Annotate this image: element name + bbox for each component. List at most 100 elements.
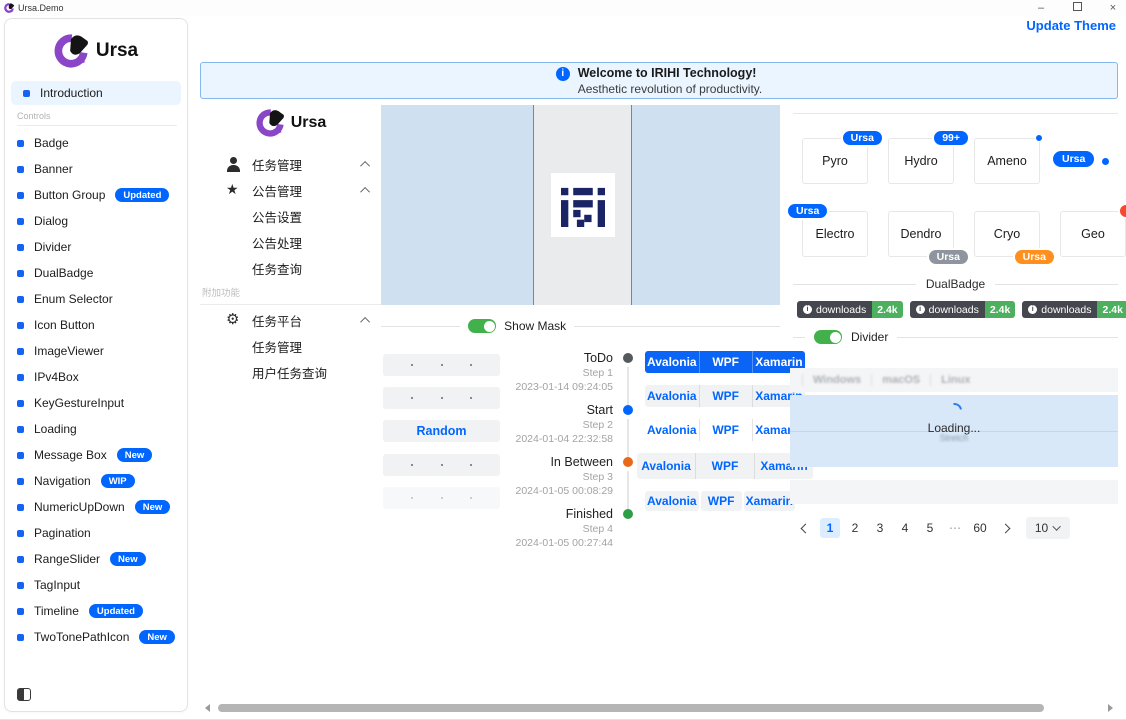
- random-button[interactable]: Random: [383, 420, 500, 442]
- button-group-demos: Avalonia WPF Xamarin Avalonia WPF Xamari…: [645, 351, 805, 523]
- scroll-left-arrow-icon[interactable]: [205, 704, 210, 712]
- sidebar-item[interactable]: Divider: [5, 234, 187, 260]
- menu-item[interactable]: 任务平台: [200, 307, 382, 333]
- sidebar-item[interactable]: Dialog: [5, 208, 187, 234]
- restore-icon: [1073, 2, 1082, 11]
- xamarin-button[interactable]: Xamarin: [744, 491, 795, 511]
- timeline-dot-icon: [623, 405, 633, 415]
- timeline-step-title: ToDo: [500, 350, 613, 366]
- sidebar-item-label: Banner: [34, 162, 73, 176]
- banner-text: Welcome to IRIHI Technology! Aesthetic r…: [578, 66, 763, 96]
- previous-page-button[interactable]: [795, 518, 815, 538]
- status-badge: WIP: [101, 474, 135, 488]
- avalonia-button[interactable]: Avalonia: [645, 351, 699, 373]
- sidebar-item[interactable]: TagInput: [5, 572, 187, 598]
- welcome-banner: i Welcome to IRIHI Technology! Aesthetic…: [200, 62, 1118, 99]
- menu-item[interactable]: 公告设置: [200, 203, 382, 229]
- close-button[interactable]: ×: [1106, 0, 1120, 16]
- divider-toggle[interactable]: [814, 330, 842, 344]
- page-button[interactable]: 2: [845, 518, 865, 538]
- square-bullet-icon: [17, 296, 24, 303]
- wpf-button[interactable]: WPF: [699, 419, 752, 441]
- sidebar-item[interactable]: Timeline Updated: [5, 598, 187, 624]
- timeline-step-title: Start: [500, 402, 613, 418]
- page-button[interactable]: 60: [970, 518, 990, 538]
- dual-badge-left: i downloads: [1022, 301, 1097, 318]
- ipv4-separator-dot: [441, 464, 443, 466]
- platform-button: macOS: [871, 374, 930, 386]
- sidebar-item[interactable]: RangeSlider New: [5, 546, 187, 572]
- sidebar-item[interactable]: IPv4Box: [5, 364, 187, 390]
- avalonia-button[interactable]: Avalonia: [645, 491, 699, 511]
- wpf-button[interactable]: WPF: [699, 385, 752, 407]
- ipv4-input[interactable]: [383, 354, 500, 376]
- wpf-button[interactable]: WPF: [701, 491, 742, 511]
- divider-line: [793, 284, 916, 285]
- image-viewer[interactable]: [381, 105, 780, 305]
- avalonia-button[interactable]: Avalonia: [637, 453, 695, 479]
- sidebar-item[interactable]: NumericUpDown New: [5, 494, 187, 520]
- page-button[interactable]: 1: [820, 518, 840, 538]
- sidebar-item[interactable]: Message Box New: [5, 442, 187, 468]
- square-bullet-icon: [17, 556, 24, 563]
- ipv4-input[interactable]: [383, 454, 500, 476]
- sidebar-item[interactable]: DualBadge: [5, 260, 187, 286]
- menu-item[interactable]: 附加功能: [200, 283, 382, 305]
- divider-line: [995, 284, 1118, 285]
- page-button[interactable]: 3: [870, 518, 890, 538]
- sidebar-item-introduction[interactable]: Introduction: [11, 81, 181, 105]
- page-size-select[interactable]: 10: [1026, 517, 1070, 539]
- wpf-button[interactable]: WPF: [699, 351, 752, 373]
- scroll-right-arrow-icon[interactable]: [1108, 704, 1113, 712]
- square-bullet-icon: [17, 608, 24, 615]
- menu-item[interactable]: 任务管理: [200, 333, 382, 359]
- sidebar-item[interactable]: Button Group Updated: [5, 182, 187, 208]
- timeline: ToDo Step 1 2023-01-14 09:24:05 Start St…: [500, 350, 635, 558]
- sidebar-logo: Ursa: [5, 31, 187, 71]
- sidebar-collapse-icon[interactable]: [17, 688, 31, 701]
- sidebar-item[interactable]: Loading: [5, 416, 187, 442]
- menu-item[interactable]: 任务查询: [200, 255, 382, 281]
- chevron-right-icon: [1000, 523, 1010, 533]
- timeline-step-name: Step 2: [500, 418, 613, 432]
- avalonia-button[interactable]: Avalonia: [645, 419, 699, 441]
- menu-item[interactable]: 用户任务查询: [200, 359, 382, 385]
- sidebar-item[interactable]: Enum Selector: [5, 286, 187, 312]
- next-page-button[interactable]: [995, 518, 1015, 538]
- square-bullet-icon: [17, 582, 24, 589]
- page-button[interactable]: 4: [895, 518, 915, 538]
- ipv4-separator-dot: [441, 364, 443, 366]
- status-badge: Updated: [89, 604, 143, 618]
- sidebar-item[interactable]: Banner: [5, 156, 187, 182]
- dual-badge-value: 2.4k: [1097, 301, 1126, 318]
- badge-demo: Ameno: [974, 138, 1040, 184]
- page-button[interactable]: ⋯: [945, 518, 965, 538]
- menu-item[interactable]: 公告管理: [200, 177, 382, 203]
- wpf-button[interactable]: WPF: [695, 453, 754, 479]
- sidebar-item[interactable]: TwoTonePathIcon New: [5, 624, 187, 650]
- ipv4-input[interactable]: [383, 487, 500, 509]
- update-theme-button[interactable]: Update Theme: [1026, 18, 1116, 33]
- minimize-button[interactable]: –: [1034, 0, 1048, 16]
- ipv4-separator-dot: [411, 497, 413, 499]
- avalonia-button[interactable]: Avalonia: [645, 385, 699, 407]
- maximize-button[interactable]: [1070, 0, 1084, 16]
- menu-item-icon: [226, 182, 242, 198]
- sidebar-item[interactable]: ImageViewer: [5, 338, 187, 364]
- show-mask-toggle[interactable]: [468, 319, 496, 333]
- ipv4-separator-dot: [441, 497, 443, 499]
- sidebar-item[interactable]: Badge: [5, 130, 187, 156]
- sidebar-item[interactable]: Navigation WIP: [5, 468, 187, 494]
- sidebar-item[interactable]: Pagination: [5, 520, 187, 546]
- menu-item[interactable]: 任务管理: [200, 151, 382, 177]
- badge: Ursa: [786, 202, 829, 220]
- sidebar-item[interactable]: KeyGestureInput: [5, 390, 187, 416]
- menu-item-label: 公告处理: [252, 233, 382, 252]
- page-button[interactable]: 5: [920, 518, 940, 538]
- ipv4-input[interactable]: [383, 387, 500, 409]
- menu-item[interactable]: 公告处理: [200, 229, 382, 255]
- square-bullet-icon: [17, 530, 24, 537]
- scrollbar-thumb[interactable]: [218, 704, 1044, 712]
- horizontal-scrollbar[interactable]: [196, 702, 1126, 714]
- sidebar-item[interactable]: Icon Button: [5, 312, 187, 338]
